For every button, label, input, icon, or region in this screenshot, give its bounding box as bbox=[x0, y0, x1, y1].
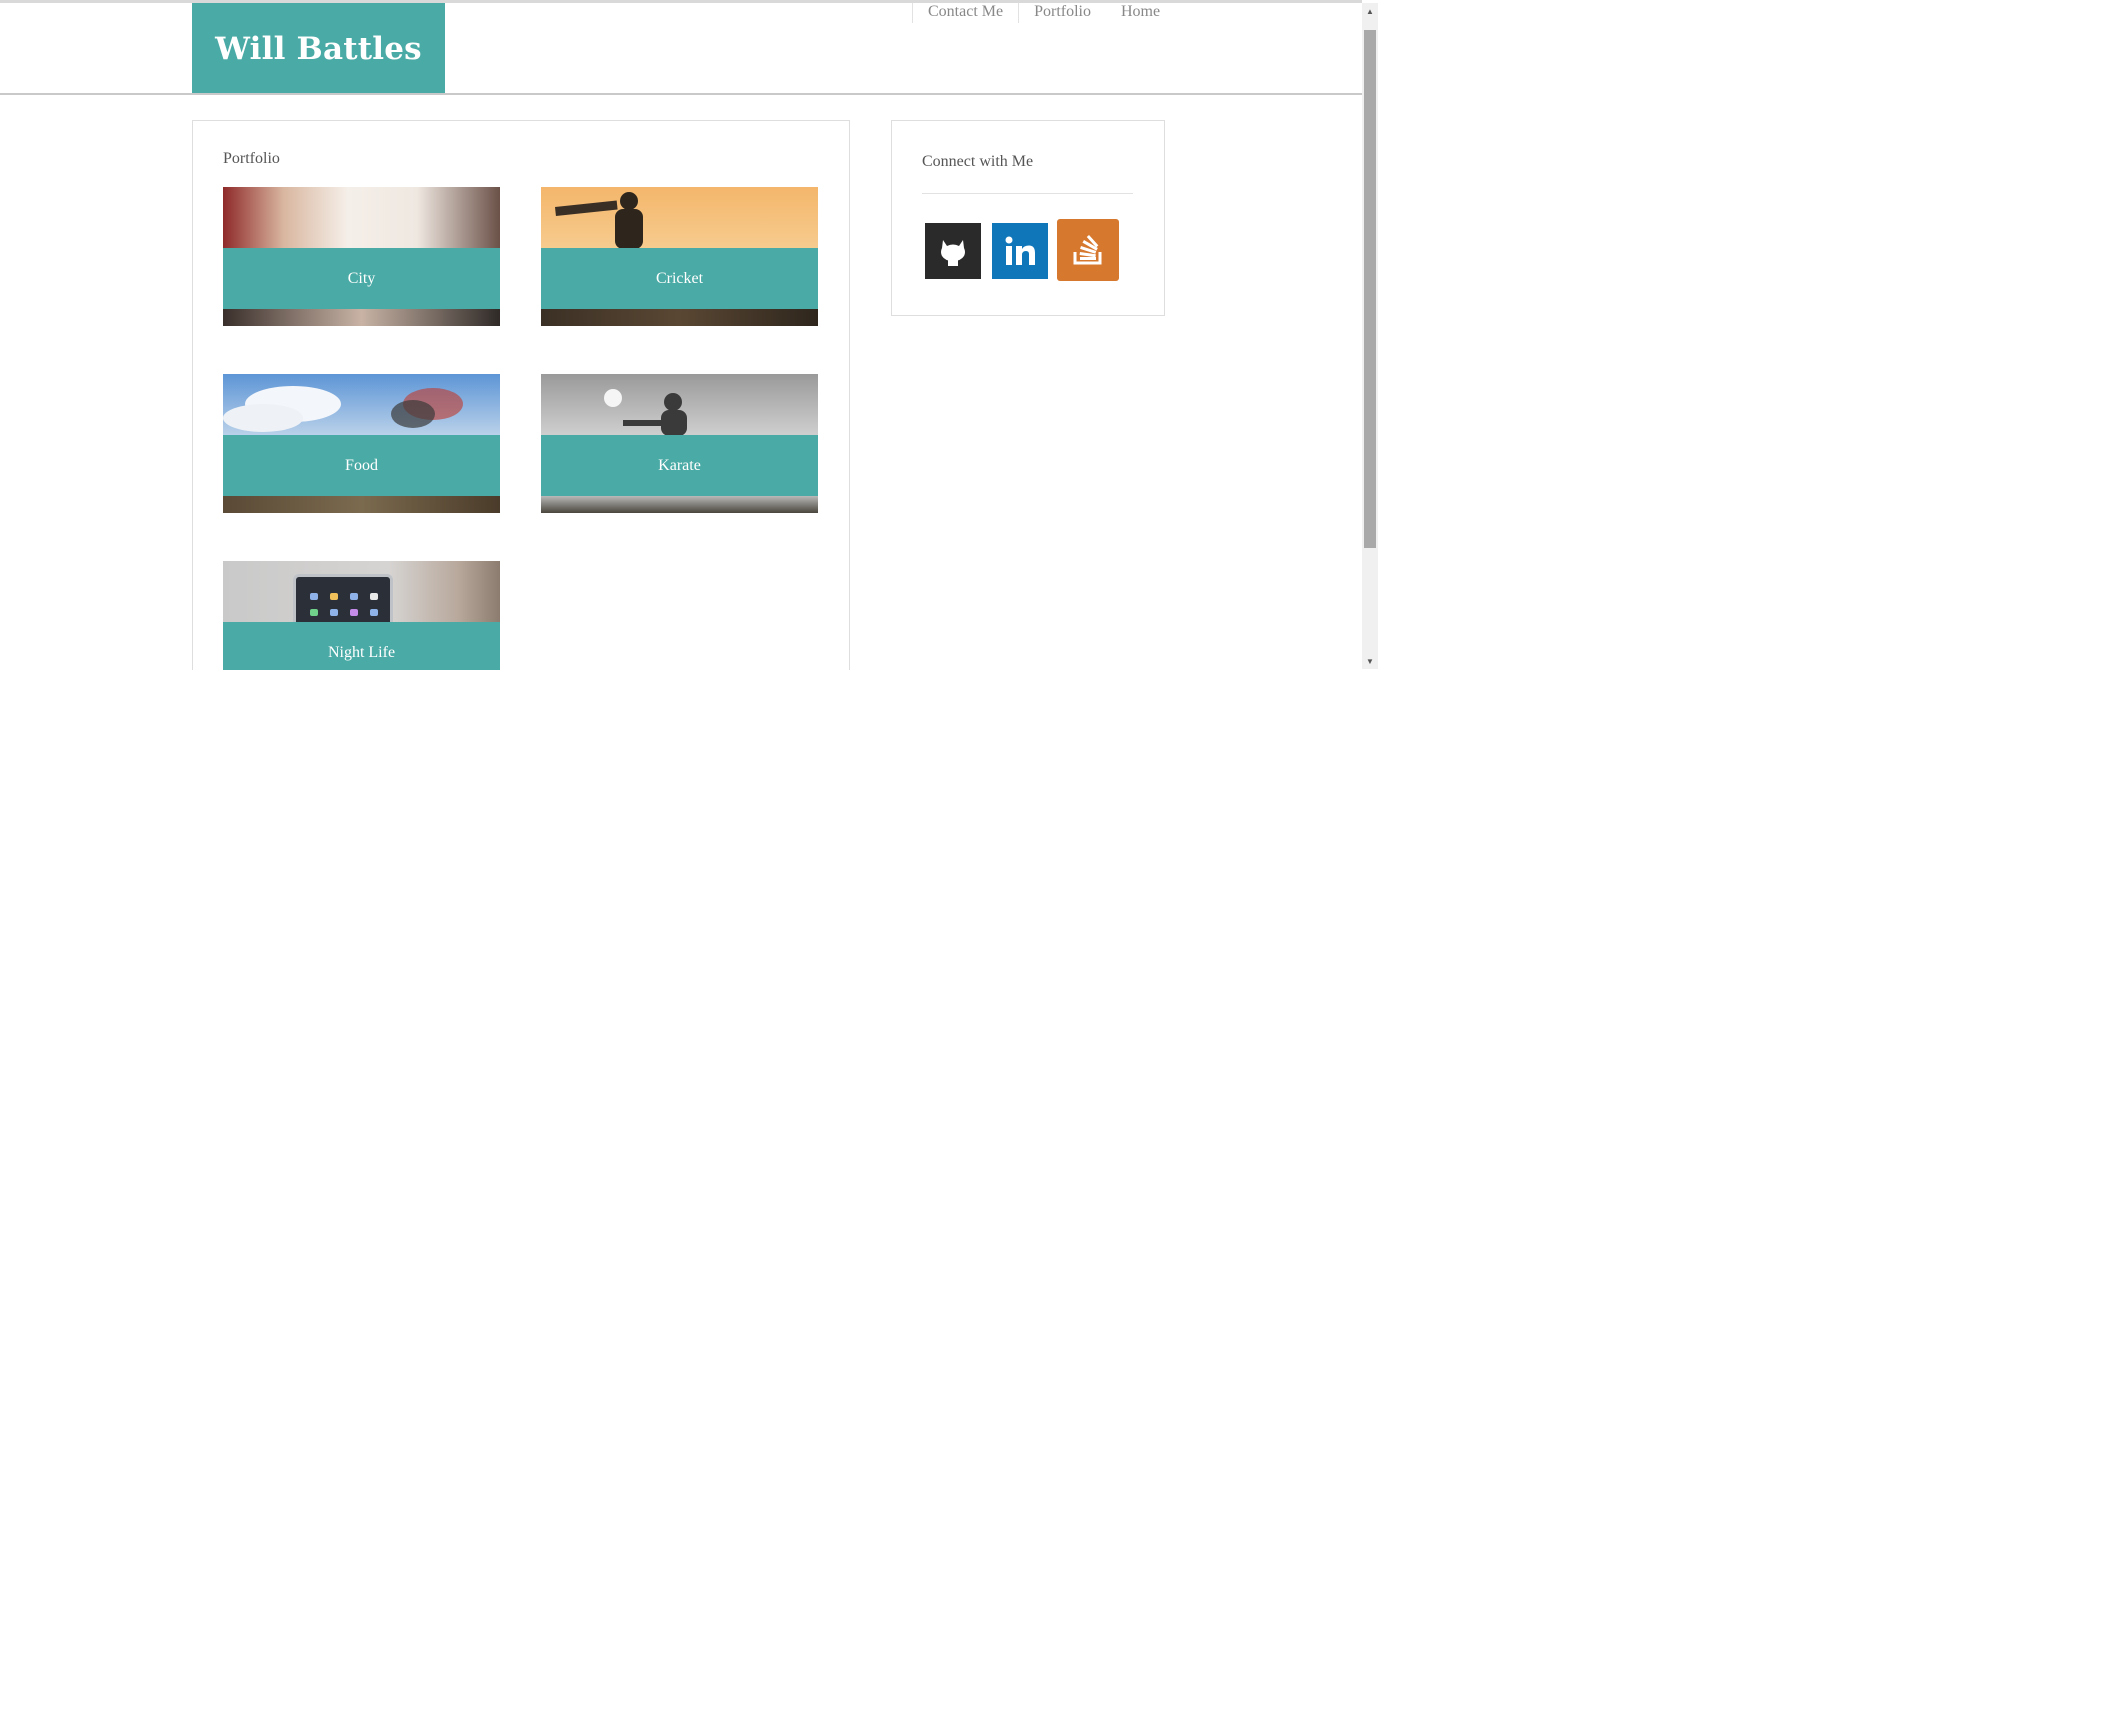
nav-contact-me[interactable]: Contact Me bbox=[912, 3, 1018, 23]
portfolio-item-food[interactable]: Food bbox=[223, 374, 500, 513]
github-link[interactable] bbox=[925, 223, 981, 279]
tablet-graphic bbox=[293, 574, 393, 626]
portfolio-item-label: Cricket bbox=[541, 248, 818, 309]
portfolio-item-label: Night Life bbox=[223, 622, 500, 670]
connect-divider bbox=[922, 193, 1133, 194]
linkedin-icon bbox=[1005, 236, 1035, 265]
github-icon bbox=[941, 240, 965, 266]
scroll-down-icon[interactable]: ▼ bbox=[1362, 653, 1378, 669]
portfolio-item-cricket[interactable]: Cricket bbox=[541, 187, 818, 326]
portfolio-item-label: Karate bbox=[541, 435, 818, 496]
main-nav: Contact Me Portfolio Home bbox=[912, 3, 1175, 23]
portfolio-item-karate[interactable]: Karate bbox=[541, 374, 818, 513]
vertical-scrollbar[interactable]: ▲ ▼ bbox=[1362, 3, 1378, 669]
portfolio-item-label: Food bbox=[223, 435, 500, 496]
site-brand[interactable]: Will Battles bbox=[192, 3, 445, 94]
scroll-thumb[interactable] bbox=[1364, 30, 1376, 548]
portfolio-item-night-life[interactable]: Night Life bbox=[223, 561, 500, 670]
portfolio-item-city[interactable]: City bbox=[223, 187, 500, 326]
portfolio-card: Portfolio City Cricket Food Karate Night… bbox=[192, 120, 850, 670]
nav-portfolio[interactable]: Portfolio bbox=[1018, 3, 1106, 23]
stackoverflow-icon bbox=[1073, 235, 1102, 265]
portfolio-heading: Portfolio bbox=[223, 150, 280, 167]
browser-viewport: Will Battles Contact Me Portfolio Home P… bbox=[0, 0, 1380, 670]
portfolio-item-label: City bbox=[223, 248, 500, 309]
connect-card: Connect with Me bbox=[891, 120, 1165, 316]
stackoverflow-link[interactable] bbox=[1057, 219, 1119, 281]
nav-home[interactable]: Home bbox=[1106, 3, 1175, 23]
linkedin-link[interactable] bbox=[992, 223, 1048, 279]
connect-heading: Connect with Me bbox=[922, 153, 1034, 170]
header-divider bbox=[0, 93, 1362, 95]
brand-title: Will Battles bbox=[215, 30, 422, 67]
scroll-up-icon[interactable]: ▲ bbox=[1362, 3, 1378, 19]
